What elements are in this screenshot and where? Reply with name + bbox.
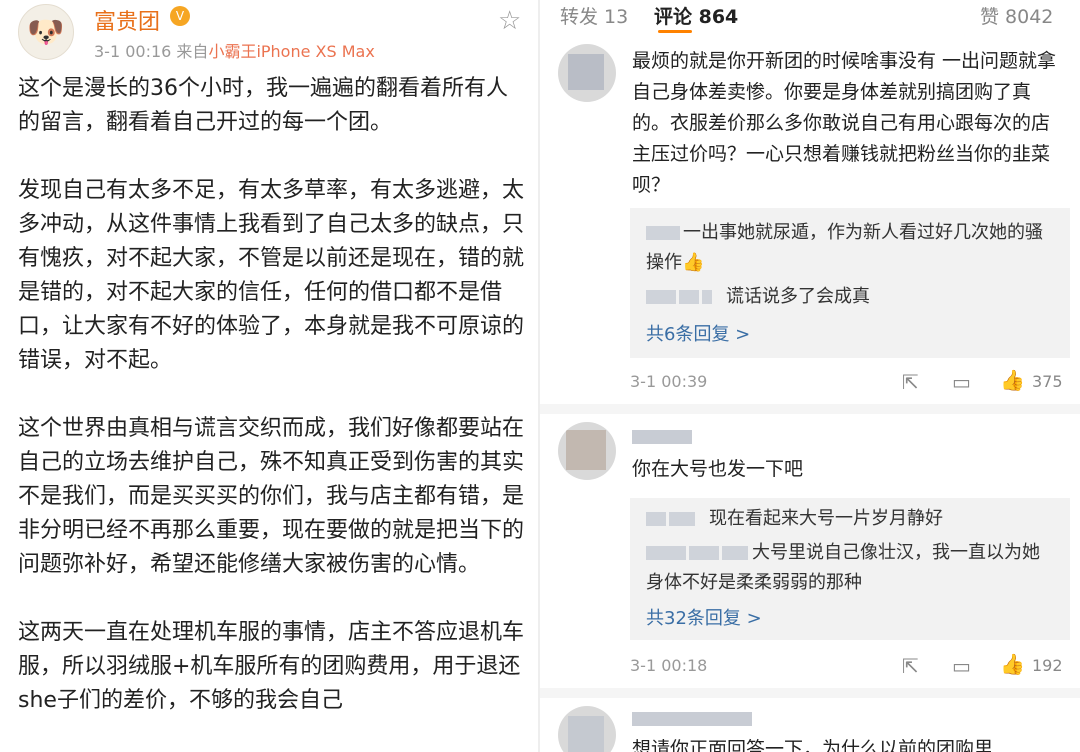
reply-box[interactable]: 现在看起来大号一片岁月静好 大号里说自己像壮汉，我一直以为她身体不好是柔柔弱弱的…	[630, 498, 1070, 640]
blurred-username	[679, 290, 699, 304]
comment-text: 你在大号也发一下吧	[632, 458, 804, 480]
comment-icon[interactable]: ▭	[952, 370, 971, 394]
post-meta: 3-1 00:16 来自小霸王iPhone XS Max	[94, 38, 375, 62]
post-source-prefix: 来自	[176, 42, 209, 61]
share-icon[interactable]: ⇱	[902, 370, 919, 394]
blurred-username	[646, 290, 676, 304]
reply-box[interactable]: 一出事她就尿遁，作为新人看过好几次她的骚操作👍 谎话说多了会成真 共6条回复 >	[630, 208, 1070, 358]
blurred-username	[632, 712, 752, 726]
tab-bar: 转发 13 评论 864 赞 8042	[540, 0, 1080, 36]
reply-line: 现在看起来大号一片岁月静好	[646, 504, 943, 534]
comment-avatar[interactable]	[558, 422, 616, 480]
user-name[interactable]: 富贵团	[94, 4, 160, 36]
like-count: 375	[1032, 372, 1063, 391]
blurred-username	[646, 226, 680, 240]
like-icon[interactable]: 👍	[1000, 368, 1025, 392]
blurred-username	[646, 512, 666, 526]
vip-badge-icon: V	[170, 6, 190, 26]
more-replies-link[interactable]: 共6条回复 >	[646, 320, 750, 346]
blurred-username	[722, 546, 748, 560]
reply-text: 一出事她就尿遁，作为新人看过好几次她的骚操作👍	[646, 222, 1043, 273]
comment-separator	[540, 688, 1080, 698]
tab-like[interactable]: 赞 8042	[980, 2, 1053, 29]
tab-repost[interactable]: 转发 13	[560, 2, 628, 29]
comments-panel: 转发 13 评论 864 赞 8042 最烦的就是你开新团的时候啥事没有 一出问…	[540, 0, 1080, 752]
like-count: 192	[1032, 656, 1063, 675]
more-replies-link[interactable]: 共32条回复 >	[646, 604, 762, 630]
reply-line: 谎话说多了会成真	[646, 282, 870, 312]
comment-avatar[interactable]	[558, 706, 616, 752]
post-time: 3-1 00:16	[94, 42, 172, 61]
post-source[interactable]: 小霸王iPhone XS Max	[208, 42, 374, 61]
post-paragraph: 这两天一直在处理机车服的事情，店主不答应退机车服，所以羽绒服+机车服所有的团购费…	[18, 620, 525, 713]
comment-text: 最烦的就是你开新团的时候啥事没有 一出问题就拿自己身体差卖惨。你要是身体差就别搞…	[632, 50, 1057, 196]
comment-avatar[interactable]	[558, 44, 616, 102]
comment-text: 想请你正面回答一下，为什么以前的团购里	[632, 738, 994, 752]
star-icon[interactable]: ☆	[498, 6, 521, 36]
comment-footer: 3-1 00:39 ⇱ ▭ 👍 375	[630, 368, 1070, 396]
reply-line: 大号里说自己像壮汉，我一直以为她身体不好是柔柔弱弱的那种	[646, 538, 1056, 598]
reply-line: 一出事她就尿遁，作为新人看过好几次她的骚操作👍	[646, 218, 1056, 278]
reply-text: 谎话说多了会成真	[726, 286, 870, 307]
post-body: 这个是漫长的36个小时，我一遍遍的翻看着所有人的留言，翻看着自己开过的每一个团。…	[18, 72, 528, 752]
blurred-username	[702, 290, 712, 304]
blurred-username	[689, 546, 719, 560]
comment-separator	[540, 404, 1080, 414]
post-paragraph: 发现自己有太多不足，有太多草率，有太多逃避，太多冲动，从这件事情上我看到了自己太…	[18, 178, 525, 373]
user-avatar[interactable]: 🐶	[18, 4, 74, 60]
tab-indicator	[658, 30, 692, 33]
comment-icon[interactable]: ▭	[952, 654, 971, 678]
blurred-username	[669, 512, 695, 526]
post-paragraph: 这个是漫长的36个小时，我一遍遍的翻看着所有人的留言，翻看着自己开过的每一个团。	[18, 76, 508, 135]
tab-comment[interactable]: 评论 864	[654, 2, 738, 29]
comment-footer: 3-1 00:18 ⇱ ▭ 👍 192	[630, 652, 1070, 680]
reply-text: 现在看起来大号一片岁月静好	[709, 508, 943, 529]
post-panel: 🐶 富贵团 V ☆ 3-1 00:16 来自小霸王iPhone XS Max 这…	[0, 0, 540, 752]
like-icon[interactable]: 👍	[1000, 652, 1025, 676]
blurred-username	[632, 430, 692, 444]
comment-time: 3-1 00:18	[630, 656, 708, 675]
blurred-username	[646, 546, 686, 560]
post-paragraph: 这个世界由真相与谎言交织而成，我们好像都要站在自己的立场去维护自己，殊不知真正受…	[18, 416, 525, 577]
comment-time: 3-1 00:39	[630, 372, 708, 391]
share-icon[interactable]: ⇱	[902, 654, 919, 678]
